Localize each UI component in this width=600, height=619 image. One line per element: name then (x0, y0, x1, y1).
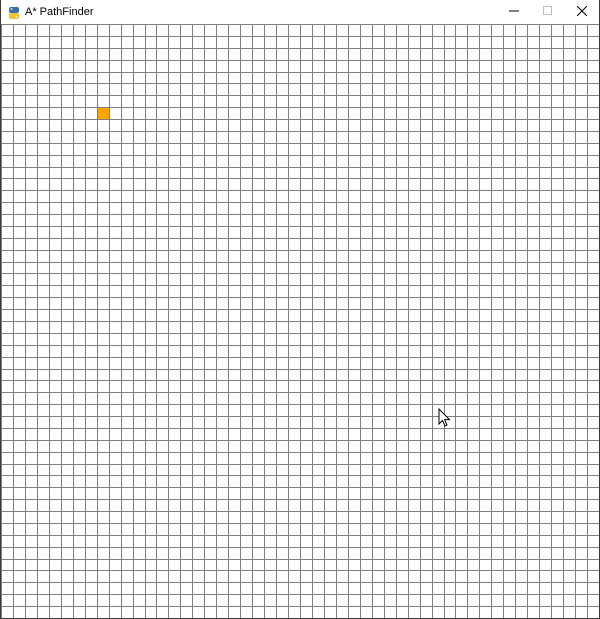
mouse-cursor-icon (438, 408, 451, 427)
close-icon (576, 3, 588, 21)
maximize-icon (543, 3, 553, 21)
title-bar[interactable]: A* PathFinder (1, 0, 599, 24)
python-icon (8, 6, 20, 19)
maximize-button[interactable] (531, 0, 565, 24)
minimize-button[interactable] (497, 0, 531, 24)
window-title: A* PathFinder (25, 6, 94, 18)
close-button[interactable] (565, 0, 599, 24)
pathfinder-grid[interactable] (1, 24, 599, 618)
grid-lines (1, 24, 599, 618)
app-window: A* PathFinder (0, 0, 600, 619)
start-node-cell[interactable] (98, 108, 109, 119)
minimize-icon (509, 3, 519, 21)
